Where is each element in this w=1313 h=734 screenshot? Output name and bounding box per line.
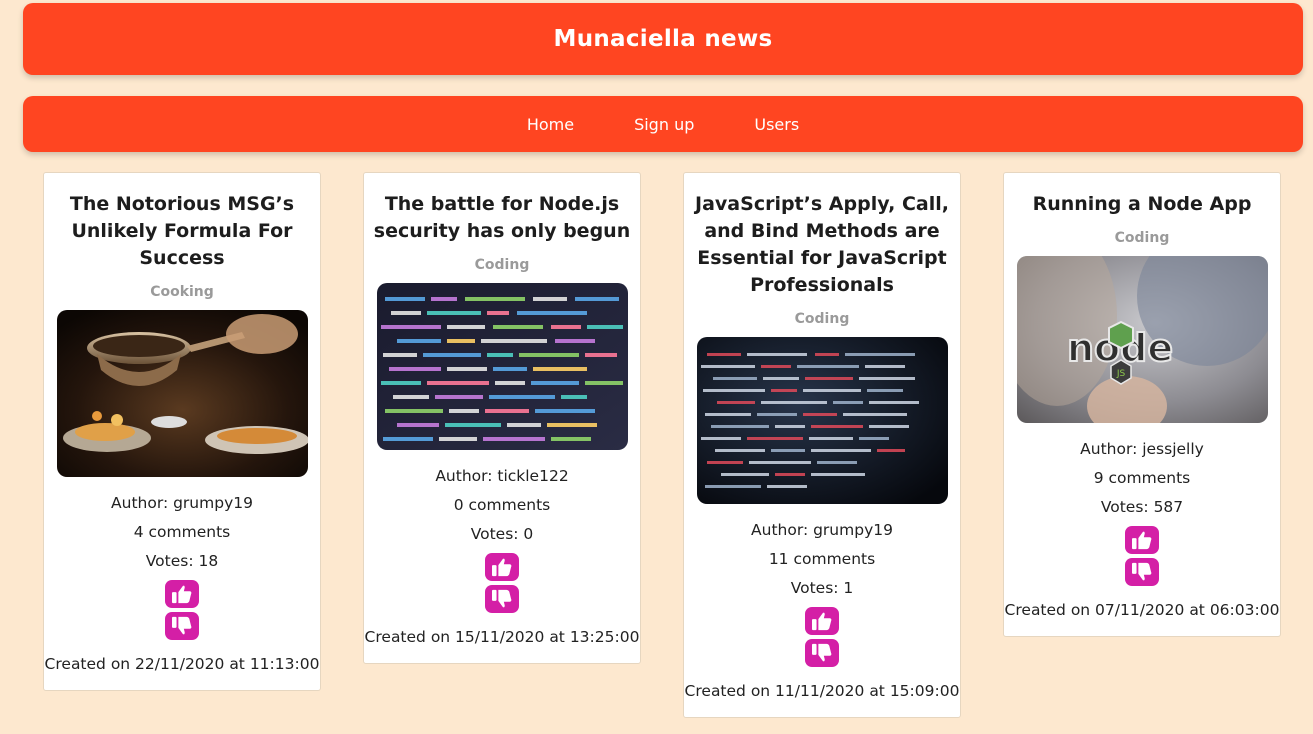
upvote-button[interactable] [165,580,199,608]
nav-link-home[interactable]: Home [527,115,574,134]
article-votes: Votes: 0 [470,525,534,543]
article-card: The Notorious MSG’s Unlikely Formula For… [43,172,321,691]
thumbs-down-icon [172,616,192,635]
article-comments[interactable]: 9 comments [1004,464,1280,493]
downvote-button[interactable] [805,639,839,667]
site-title: Munaciella news [553,26,773,52]
article-votes: Votes: 1 [790,579,854,597]
article-image[interactable] [376,283,628,450]
article-title[interactable]: The Notorious MSG’s Unlikely Formula For… [46,191,318,272]
thumbs-up-icon [1132,531,1152,550]
downvote-button[interactable] [485,585,519,613]
article-author[interactable]: Author: tickle122 [364,462,640,491]
article-topic[interactable]: Coding [684,311,960,331]
article-created-date: Created on 15/11/2020 at 13:25:00 [364,628,640,646]
thumbs-down-icon [1132,562,1152,581]
article-author[interactable]: Author: grumpy19 [684,516,960,545]
article-comments[interactable]: 11 comments [684,545,960,574]
article-topic[interactable]: Coding [1004,230,1280,250]
upvote-button[interactable] [1125,526,1159,554]
upvote-button[interactable] [805,607,839,635]
nav-bar: Home Sign up Users [23,96,1303,152]
article-created-date: Created on 11/11/2020 at 15:09:00 [684,682,960,700]
article-created-date: Created on 07/11/2020 at 06:03:00 [1004,601,1280,619]
thumbs-down-icon [492,589,512,608]
article-author[interactable]: Author: grumpy19 [44,489,320,518]
article-topic[interactable]: Cooking [44,284,320,304]
article-image[interactable]: node JS [1016,256,1268,423]
upvote-button[interactable] [485,553,519,581]
article-comments[interactable]: 4 comments [44,518,320,547]
thumbs-down-icon [812,643,832,662]
article-card: The battle for Node.js security has only… [363,172,641,664]
article-title[interactable]: Running a Node App [1006,191,1278,218]
nav-link-sign-up[interactable]: Sign up [634,115,694,134]
article-votes: Votes: 587 [1100,498,1184,516]
site-header: Munaciella news [23,3,1303,75]
article-topic[interactable]: Coding [364,257,640,277]
thumbs-up-icon [172,585,192,604]
article-card: JavaScript’s Apply, Call, and Bind Metho… [683,172,961,718]
article-image[interactable] [56,310,308,477]
article-comments[interactable]: 0 comments [364,491,640,520]
article-created-date: Created on 22/11/2020 at 11:13:00 [44,655,320,673]
article-author[interactable]: Author: jessjelly [1004,435,1280,464]
downvote-button[interactable] [1125,558,1159,586]
article-title[interactable]: JavaScript’s Apply, Call, and Bind Metho… [686,191,958,299]
thumbs-up-icon [812,612,832,631]
js-badge-text: JS [1115,369,1125,379]
article-image[interactable] [696,337,948,504]
thumbs-up-icon [492,558,512,577]
nav-link-users[interactable]: Users [754,115,799,134]
downvote-button[interactable] [165,612,199,640]
article-title[interactable]: The battle for Node.js security has only… [366,191,638,245]
article-votes: Votes: 18 [145,552,219,570]
article-card: Running a Node App Coding node JS Author… [1003,172,1281,637]
